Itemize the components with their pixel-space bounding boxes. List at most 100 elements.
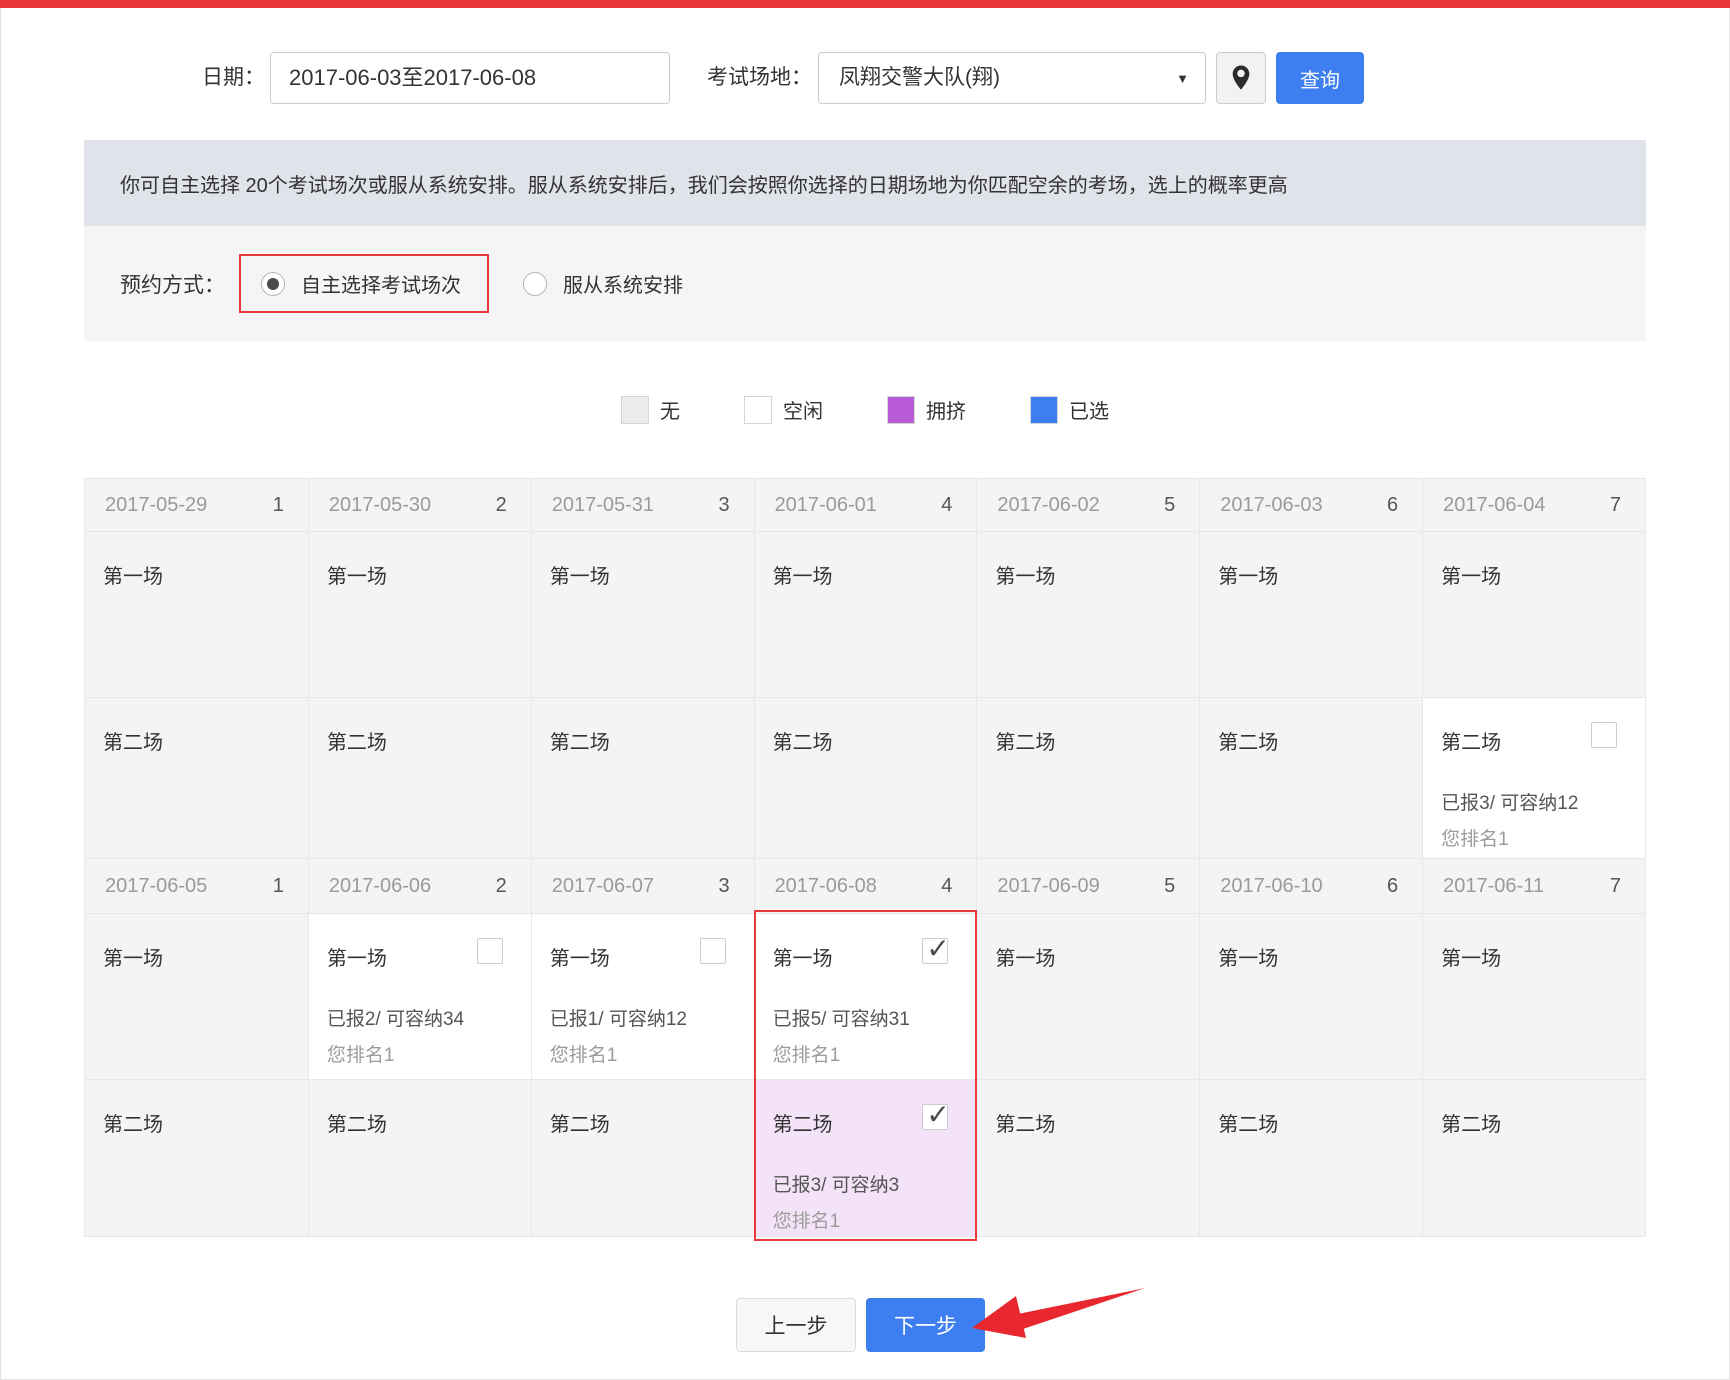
session-cell: 第一场 [754,532,977,697]
session-name: 第二场 [773,1114,833,1136]
day-number: 1 [273,494,284,517]
day-header-cell: 2017-06-02 5 [976,479,1199,531]
session-checkbox[interactable] [477,938,503,964]
session-cell: 第一场 [1422,914,1645,1079]
session-name: 第二场 [327,1114,387,1136]
session-name: 第一场 [1218,948,1278,970]
session-checkbox[interactable] [1591,722,1617,748]
day-header-cell: 2017-05-313 [531,479,754,531]
session-name: 第一场 [550,566,610,588]
map-pin-icon [1231,64,1251,92]
day-header-cell: 2017-06-047 [1422,479,1645,531]
session-cell[interactable]: 第一场已报2/ 可容纳34您排名1 [308,914,531,1079]
session-cell: 第一场 [85,532,308,697]
session-checkbox-checked[interactable] [922,938,948,964]
session-checkbox[interactable] [700,938,726,964]
query-button[interactable]: 查询 [1276,52,1364,104]
session-row: 第二场第二场第二场第二场第二场第二场第二场已报3/ 可容纳12您排名1 [85,697,1645,858]
day-date: 2017-05-31 [552,494,654,517]
session-capacity: 已报5/ 可容纳31 [773,1004,910,1031]
session-capacity: 已报3/ 可容纳12 [1441,788,1578,815]
legend-label: 已选 [1069,395,1109,424]
session-cell[interactable]: 第二场已报3/ 可容纳3您排名1 [754,1080,977,1236]
session-cell[interactable]: 第二场已报3/ 可容纳12 您排名1 [1422,698,1645,858]
day-number: 3 [718,875,729,898]
session-cell: 第二场 [1199,1080,1422,1236]
session-name: 第二场 [1441,732,1501,754]
session-cell: 第二场 [976,698,1199,858]
day-header-cell: 2017-06-084 [754,859,977,913]
session-name: 第一场 [103,948,163,970]
day-date: 2017-05-30 [329,494,431,517]
session-cell: 第二场 [754,698,977,858]
session-name: 第二场 [327,732,387,754]
radio-option-self-select[interactable]: 自主选择考试场次 [239,254,489,313]
day-date: 2017-06-03 [1220,494,1322,517]
day-date: 2017-06-02 [997,494,1099,517]
session-cell: 第二场 [1422,1080,1645,1236]
radio-option-system-assign[interactable]: 服从系统安排 [523,269,683,298]
day-header-cell: 2017-05-302 [308,479,531,531]
location-button[interactable] [1216,52,1266,104]
session-name: 第二场 [550,1114,610,1136]
session-cell: 第一场 [1199,914,1422,1079]
session-row: 第二场第二场第二场第二场已报3/ 可容纳3您排名1第二场第二场第二场 [85,1079,1645,1236]
venue-select[interactable]: 凤翔交警大队(翔) ▼ [818,52,1206,104]
session-name: 第二场 [550,732,610,754]
radio-option-label: 自主选择考试场次 [301,269,461,298]
next-step-button[interactable]: 下一步 [866,1298,985,1352]
status-legend: 无空闲拥挤已选 [84,341,1646,478]
search-toolbar: 日期： 2017-06-03至2017-06-08 考试场地： 凤翔交警大队(翔… [0,52,1730,104]
red-arrow-icon [972,1288,1147,1343]
day-number: 2 [496,875,507,898]
booking-method-row: 预约方式： 自主选择考试场次 服从系统安排 [84,226,1646,341]
day-number: 6 [1387,494,1398,517]
day-number: 5 [1164,875,1175,898]
day-header-cell: 2017-06-03 6 [1199,479,1422,531]
session-cell: 第一场 [976,532,1199,697]
previous-step-button[interactable]: 上一步 [736,1298,856,1352]
session-name: 第一场 [773,948,833,970]
session-checkbox-checked[interactable] [922,1104,948,1130]
session-cell: 第二场 [976,1080,1199,1236]
session-row: 第一场第一场第一场第一场第一场第一场第一场 [85,531,1645,697]
booking-panel: 你可自主选择 20个考试场次或服从系统安排。服从系统安排后，我们会按照你选择的日… [84,140,1646,1237]
day-date: 2017-06-10 [1220,875,1322,898]
day-header-cell: 2017-06-073 [531,859,754,913]
session-name: 第二场 [1218,732,1278,754]
radio-selected-icon[interactable] [261,272,285,296]
day-number: 5 [1164,494,1175,517]
day-number: 6 [1387,875,1398,898]
session-name: 第一场 [995,566,1055,588]
session-cell[interactable]: 第一场已报1/ 可容纳12您排名1 [531,914,754,1079]
session-cell[interactable]: 第一场已报5/ 可容纳31 您排名1 [754,914,977,1079]
session-capacity: 已报1/ 可容纳12 [550,1004,687,1031]
day-header-cell: 2017-06-062 [308,859,531,913]
session-rank: 您排名1 [1441,824,1509,851]
session-name: 第一场 [550,948,610,970]
day-date: 2017-06-11 [1443,875,1544,898]
session-cell: 第一场 [1422,532,1645,697]
session-name: 第二场 [103,1114,163,1136]
session-capacity: 已报3/ 可容纳3 [773,1170,900,1197]
page: 日期： 2017-06-03至2017-06-08 考试场地： 凤翔交警大队(翔… [0,0,1730,1380]
legend-swatch [1030,396,1058,424]
day-header-cell: 2017-06-051 [85,859,308,913]
day-header-cell: 2017-06-117 [1422,859,1645,913]
session-name: 第二场 [103,732,163,754]
day-header-cell: 2017-06-095 [976,859,1199,913]
date-range-input[interactable]: 2017-06-03至2017-06-08 [270,52,670,104]
legend-swatch [887,396,915,424]
radio-unselected-icon[interactable] [523,272,547,296]
booking-method-label: 预约方式： [120,269,225,299]
day-number: 4 [941,494,952,517]
day-date: 2017-06-05 [105,875,207,898]
session-name: 第一场 [1441,948,1501,970]
session-rank: 您排名1 [773,1040,841,1067]
week-header-row: 2017-06-0512017-06-0622017-06-0732017-06… [85,858,1645,913]
day-header-cell: 2017-06-014 [754,479,977,531]
legend-swatch [621,396,649,424]
session-rank: 您排名1 [327,1040,395,1067]
session-name: 第一场 [103,566,163,588]
top-accent-bar [0,0,1730,8]
